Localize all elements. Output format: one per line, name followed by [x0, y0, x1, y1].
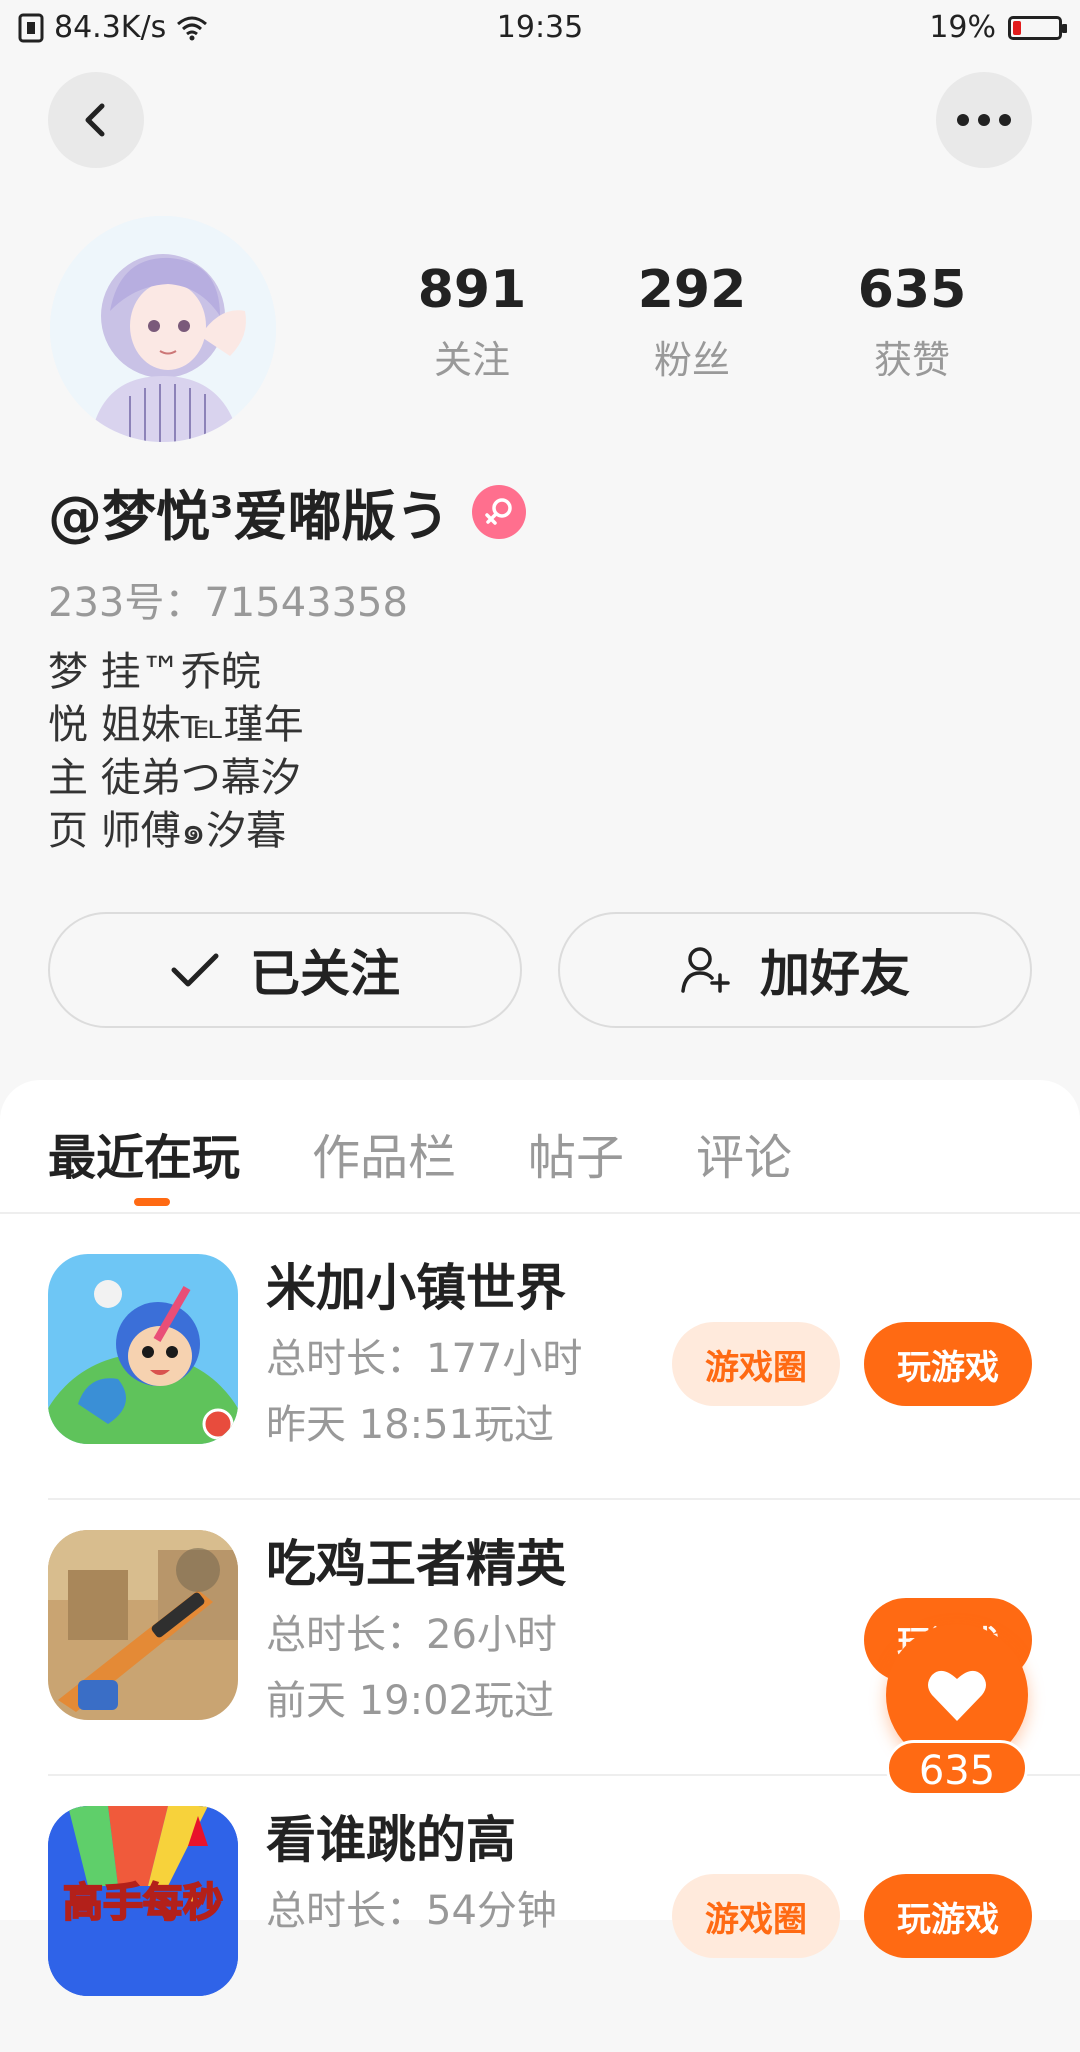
- followed-button[interactable]: 已关注: [48, 912, 522, 1028]
- add-friend-label: 加好友: [760, 945, 910, 1003]
- checkmark-icon: [171, 953, 219, 987]
- following-count: 891: [417, 260, 527, 320]
- tab-divider: [0, 1212, 1080, 1214]
- avatar[interactable]: [50, 216, 276, 442]
- tab-label: 帖子: [528, 1130, 625, 1186]
- add-user-icon: [681, 947, 730, 993]
- tab-bar: 最近在玩 作品栏 帖子 评论: [48, 1118, 792, 1206]
- game-duration: 总时长：26小时: [266, 1612, 557, 1658]
- battery-icon: [1008, 15, 1067, 40]
- tab-posts[interactable]: 帖子: [528, 1118, 624, 1188]
- active-tab-indicator: [134, 1198, 170, 1206]
- stat-fans[interactable]: 292 粉丝: [582, 260, 802, 384]
- game-last-played: 前天 19:02玩过: [266, 1678, 554, 1724]
- female-gender-icon: [471, 484, 526, 539]
- tab-label: 最近在玩: [48, 1130, 241, 1186]
- bio: 梦 挂™乔皖 悦 姐妹℡瑾年 主 徒弟つ幕汐 页 师傅๑汐暮: [48, 646, 304, 858]
- tab-recently-played[interactable]: 最近在玩: [48, 1118, 241, 1206]
- stat-likes[interactable]: 635 获赞: [802, 260, 1022, 384]
- tab-label: 评论: [696, 1130, 793, 1186]
- heart-icon: [928, 1670, 986, 1721]
- following-label: 关注: [433, 338, 510, 383]
- game-icon-jump-high[interactable]: 高手每秒: [48, 1806, 238, 1996]
- game-list-item[interactable]: 吃鸡王者精英 总时长：26小时 前天 19:02玩过 玩游戏: [48, 1500, 1080, 1776]
- game-icon-pubg-elite[interactable]: [48, 1530, 238, 1720]
- play-game-button[interactable]: 玩游戏: [864, 1874, 1032, 1958]
- tab-label: 作品栏: [312, 1130, 457, 1186]
- game-icon-miga-town[interactable]: [48, 1254, 238, 1444]
- game-circle-button[interactable]: 游戏圈: [672, 1874, 840, 1958]
- clock: 19:35: [496, 10, 584, 45]
- profile-stats: 891 关注 292 粉丝 635 获赞: [362, 260, 1022, 384]
- likes-count: 635: [857, 260, 967, 320]
- more-dots-icon: [957, 114, 1011, 126]
- fans-label: 粉丝: [653, 338, 730, 383]
- user-id: 233号：71543358: [48, 580, 408, 626]
- followed-label: 已关注: [250, 945, 400, 1003]
- fans-count: 292: [637, 260, 747, 320]
- battery-percent: 19%: [929, 10, 996, 45]
- game-title: 米加小镇世界: [266, 1259, 566, 1317]
- tab-comments[interactable]: 评论: [696, 1118, 792, 1188]
- game-icon-text: 高手每秒: [63, 1880, 223, 1926]
- username-row: @梦悦³爱嘟版う: [48, 472, 526, 551]
- chevron-left-icon: [85, 103, 105, 137]
- tab-works[interactable]: 作品栏: [312, 1118, 456, 1188]
- status-bar: 84.3K/s 19:35 19%: [0, 0, 1080, 56]
- avatar-illustration: [50, 216, 276, 442]
- stat-following[interactable]: 891 关注: [362, 260, 582, 384]
- game-list-item[interactable]: 米加小镇世界 总时长：177小时 昨天 18:51玩过 游戏圈 玩游戏: [48, 1224, 1080, 1500]
- game-duration: 总时长：177小时: [266, 1336, 583, 1382]
- more-options-button[interactable]: [936, 72, 1032, 168]
- add-friend-button[interactable]: 加好友: [558, 912, 1032, 1028]
- game-list-item[interactable]: 高手每秒 看谁跳的高 总时长：54分钟 游戏圈 玩游戏: [48, 1776, 1032, 2052]
- game-title: 看谁跳的高: [266, 1811, 516, 1869]
- likes-label: 获赞: [873, 338, 950, 383]
- back-button[interactable]: [48, 72, 144, 168]
- bio-line: 主 徒弟つ幕汐: [48, 755, 301, 801]
- game-duration: 总时长：54分钟: [266, 1888, 557, 1934]
- game-circle-button[interactable]: 游戏圈: [672, 1322, 840, 1406]
- play-game-button[interactable]: 玩游戏: [864, 1322, 1032, 1406]
- bio-line: 页 师傅๑汐暮: [48, 808, 287, 854]
- bio-line: 梦 挂™乔皖: [48, 649, 261, 695]
- bio-line: 悦 姐妹℡瑾年: [48, 702, 304, 748]
- username: @梦悦³爱嘟版う: [48, 485, 450, 548]
- like-count: 635: [886, 1740, 1028, 1796]
- game-last-played: 昨天 18:51玩过: [266, 1402, 554, 1448]
- game-title: 吃鸡王者精英: [266, 1535, 566, 1593]
